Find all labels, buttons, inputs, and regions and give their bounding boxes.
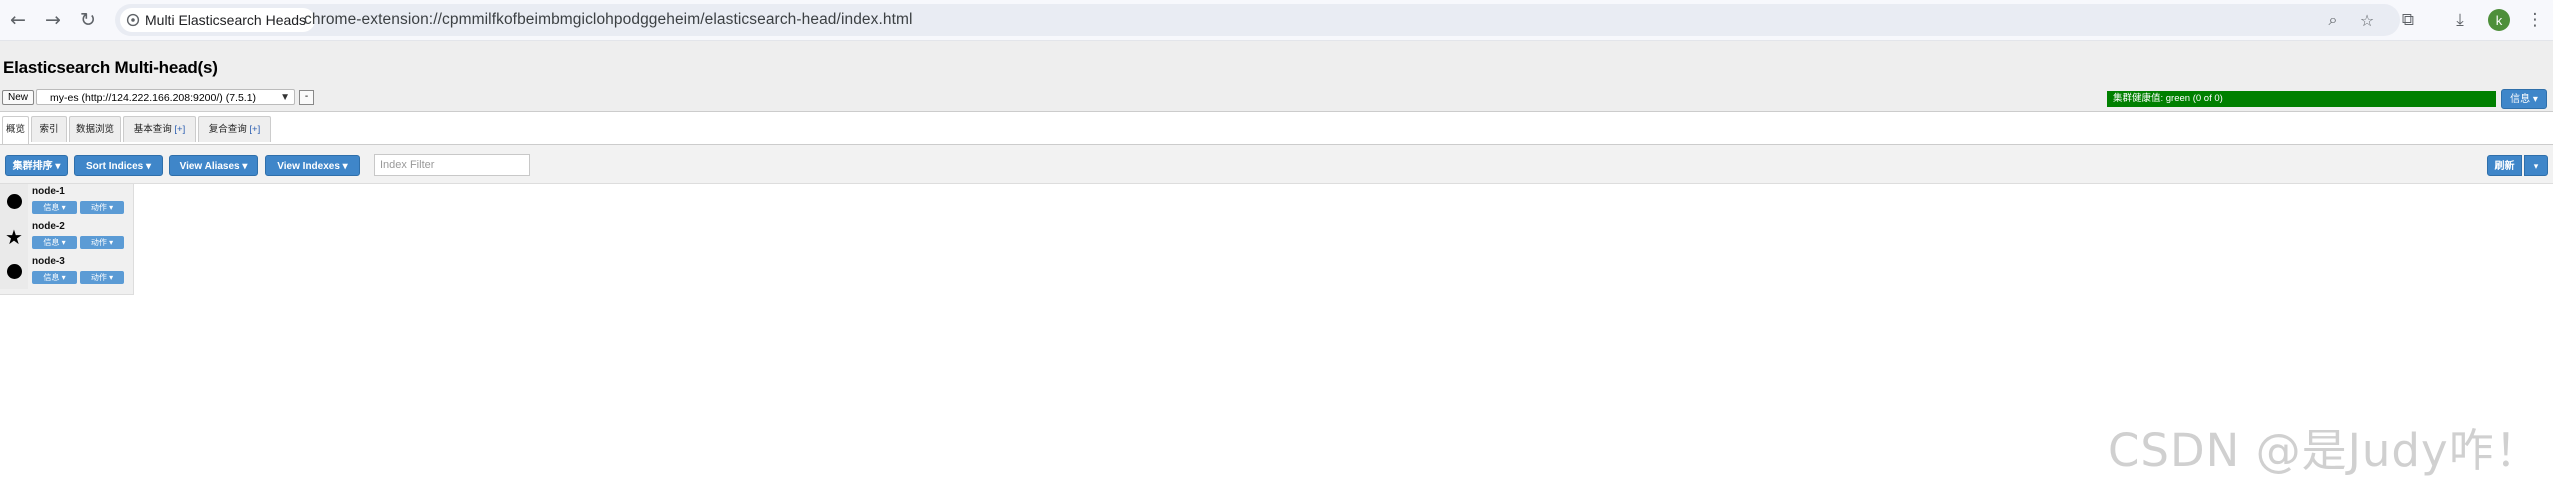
node-info-button[interactable]: 信息 ▾ [32, 236, 77, 249]
site-info-chip[interactable]: Multi Elasticsearch Heads [120, 8, 316, 32]
url-text[interactable]: chrome-extension://cpmmilfkofbeimbmgiclo… [304, 11, 913, 29]
node-action-button[interactable]: 动作 ▾ [80, 201, 124, 214]
extension-puzzle-icon [126, 13, 140, 27]
node-action-button[interactable]: 动作 ▾ [80, 236, 124, 249]
forward-icon[interactable]: → [39, 6, 67, 34]
cluster-select[interactable]: my-es (http://124.222.166.208:9200/) (7.… [36, 89, 295, 105]
download-icon[interactable]: ⤓ [2447, 7, 2473, 33]
view-indexes-button[interactable]: View Indexes ▾ [265, 155, 360, 176]
node-row: ★ node-2 信息 ▾ 动作 ▾ [0, 219, 133, 254]
new-cluster-button[interactable]: New [2, 90, 34, 105]
node-row: node-1 信息 ▾ 动作 ▾ [0, 184, 133, 219]
watermark: CSDN @是Judy咋！ [2108, 424, 2541, 477]
star-icon: ★ [5, 224, 23, 249]
dot-icon [6, 264, 22, 279]
main-tabs: 概览 索引 数据浏览 基本查询 [+] 复合查询 [+] [0, 112, 2553, 145]
cluster-select-value: my-es (http://124.222.166.208:9200/) (7.… [50, 92, 257, 104]
node-action-button[interactable]: 动作 ▾ [80, 271, 124, 284]
dot-icon [6, 194, 22, 209]
tab-indices[interactable]: 索引 [31, 116, 67, 142]
cluster-sort-button[interactable]: 集群排序 ▾ [5, 155, 68, 176]
app-title: Elasticsearch Multi-head(s) [3, 58, 218, 77]
sort-indices-button[interactable]: Sort Indices ▾ [74, 155, 163, 176]
node-name: node-3 [32, 256, 65, 267]
tab-overview[interactable]: 概览 [2, 116, 29, 144]
tab-browser[interactable]: 数据浏览 [69, 116, 121, 142]
nodes-table: node-1 信息 ▾ 动作 ▾ ★ node-2 信息 ▾ 动作 ▾ node… [0, 184, 134, 295]
tab-compound-query[interactable]: 复合查询 [+] [198, 116, 271, 142]
refresh-options-button[interactable]: ▾ [2524, 155, 2548, 176]
menu-kebab-icon[interactable]: ⋮ [2522, 7, 2548, 33]
view-aliases-button[interactable]: View Aliases ▾ [169, 155, 258, 176]
node-name: node-2 [32, 221, 65, 232]
reload-icon[interactable]: ↻ [74, 6, 102, 34]
app-header: Elasticsearch Multi-head(s) New my-es (h… [0, 41, 2553, 112]
node-name: node-1 [32, 186, 65, 197]
back-icon[interactable]: ← [4, 6, 32, 34]
extensions-icon[interactable]: ⧉ [2395, 7, 2421, 33]
address-bar[interactable]: Multi Elasticsearch Heads chrome-extensi… [115, 4, 2400, 36]
node-info-button[interactable]: 信息 ▾ [32, 201, 77, 214]
info-menu-button[interactable]: 信息 ▾ [2501, 89, 2547, 109]
bookmark-star-icon[interactable]: ☆ [2356, 9, 2378, 31]
node-row: node-3 信息 ▾ 动作 ▾ [0, 254, 133, 289]
cluster-health-badge: 集群健康值: green (0 of 0) [2107, 91, 2496, 107]
overview-toolbar: 集群排序 ▾ Sort Indices ▾ View Aliases ▾ Vie… [0, 145, 2553, 184]
profile-avatar[interactable]: k [2488, 9, 2510, 31]
node-info-button[interactable]: 信息 ▾ [32, 271, 77, 284]
zoom-icon[interactable]: ⌕ [2322, 9, 2344, 31]
site-chip-label: Multi Elasticsearch Heads [145, 12, 307, 28]
remove-cluster-button[interactable]: - [299, 90, 314, 105]
browser-toolbar: ← → ↻ Multi Elasticsearch Heads chrome-e… [0, 0, 2553, 41]
tab-basic-query[interactable]: 基本查询 [+] [123, 116, 196, 142]
refresh-button[interactable]: 刷新 [2487, 155, 2522, 176]
chevron-down-icon: ▼ [280, 92, 290, 103]
index-filter-input[interactable] [374, 154, 530, 176]
